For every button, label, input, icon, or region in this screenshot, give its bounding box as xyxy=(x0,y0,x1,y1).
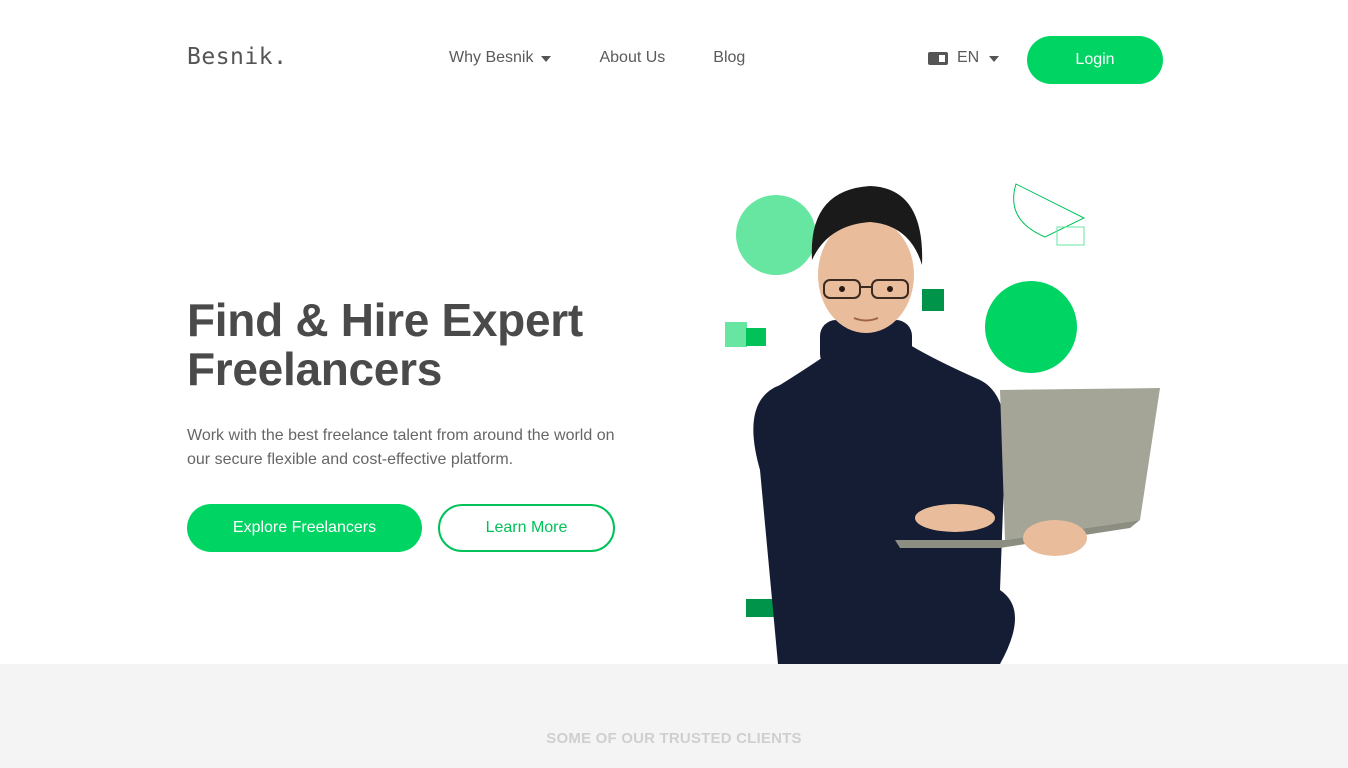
language-label: EN xyxy=(957,49,980,66)
decor-square-light xyxy=(725,322,747,347)
nav-item-blog[interactable]: Blog xyxy=(713,49,745,67)
decor-outline-shape xyxy=(1013,183,1086,238)
chevron-down-icon xyxy=(541,56,552,62)
trusted-clients-section: SOME OF OUR TRUSTED CLIENTS xyxy=(0,664,1348,768)
login-button[interactable]: Login xyxy=(1027,36,1163,84)
nav-item-why-besnik[interactable]: Why Besnik xyxy=(449,49,552,67)
decor-square-dark xyxy=(922,289,944,311)
nav-item-label: Blog xyxy=(713,49,746,66)
trusted-clients-title: SOME OF OUR TRUSTED CLIENTS xyxy=(546,730,802,747)
translate-icon xyxy=(928,51,948,65)
main-nav: Why Besnik About Us Blog xyxy=(449,49,745,67)
decor-circle-green xyxy=(985,281,1077,373)
explore-freelancers-button[interactable]: Explore Freelancers xyxy=(187,504,422,552)
decor-square-bottom xyxy=(746,599,774,617)
learn-more-button[interactable]: Learn More xyxy=(438,504,615,552)
nav-item-about-us[interactable]: About Us xyxy=(599,49,665,67)
decor-circle-light xyxy=(736,195,816,275)
language-selector[interactable]: EN xyxy=(928,49,1000,67)
freelancer-photo xyxy=(725,183,1160,664)
hero-description: Work with the best freelance talent from… xyxy=(187,427,615,468)
hero-title-line-2: Freelancers xyxy=(187,343,442,395)
chevron-down-icon xyxy=(989,56,1000,62)
decor-square-green xyxy=(746,328,766,346)
hero-title: Find & Hire Expert Freelancers xyxy=(187,296,667,394)
nav-item-label: About Us xyxy=(599,49,666,66)
hero-title-line-1: Find & Hire Expert xyxy=(187,294,583,346)
site-header: Besnik. Why Besnik About Us Blog EN Logi… xyxy=(0,0,1348,120)
nav-item-label: Why Besnik xyxy=(449,49,534,66)
hero-illustration xyxy=(700,170,1180,664)
brand-logo[interactable]: Besnik. xyxy=(187,44,287,70)
